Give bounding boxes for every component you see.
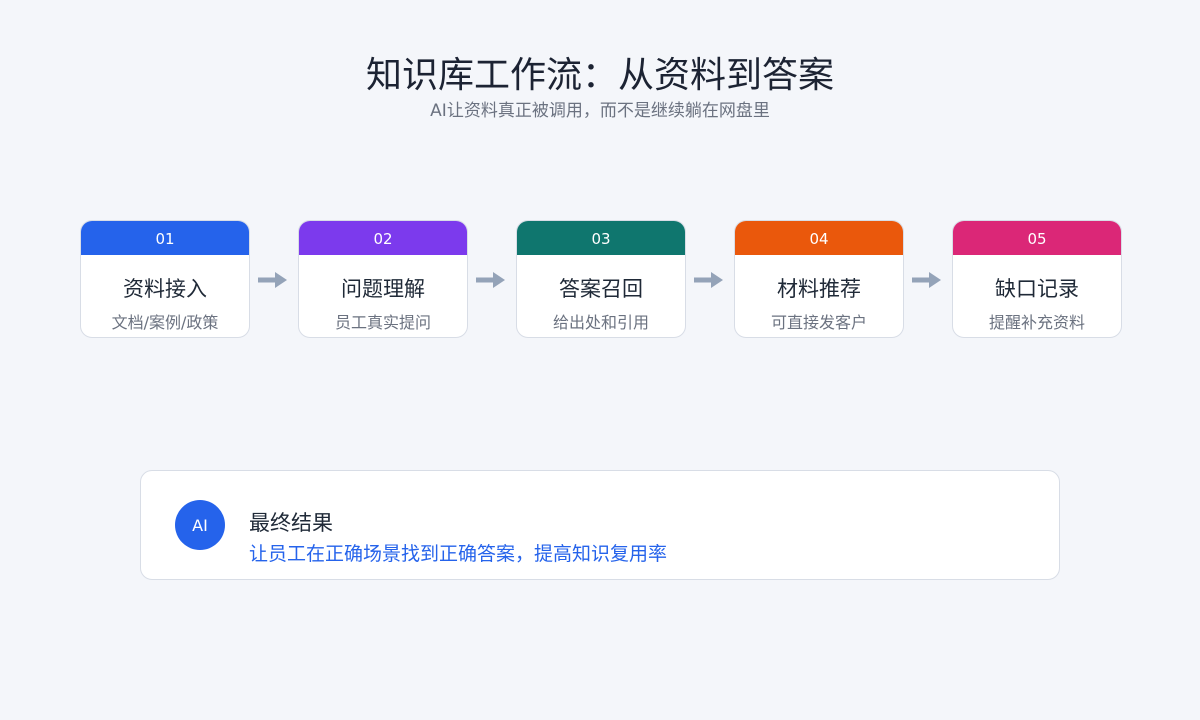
step-desc: 可直接发客户 [770, 313, 867, 332]
step-name: 答案召回 [559, 277, 643, 301]
ai-badge: AI [175, 500, 225, 550]
step-desc: 员工真实提问 [334, 313, 431, 332]
page-title: 知识库工作流：从资料到答案 [365, 55, 834, 96]
arrow-right-icon [912, 272, 941, 288]
step-card-03: 03 答案召回 给出处和引用 [516, 220, 686, 338]
step-number: 05 [953, 221, 1121, 255]
result-title: 最终结果 [249, 511, 333, 535]
step-card-01: 01 资料接入 文档/案例/政策 [80, 220, 250, 338]
step-card-04: 04 材料推荐 可直接发客户 [734, 220, 904, 338]
step-name: 问题理解 [341, 277, 425, 301]
arrow-right-icon [476, 272, 505, 288]
page-subtitle: AI让资料真正被调用，而不是继续躺在网盘里 [430, 101, 770, 121]
step-card-05: 05 缺口记录 提醒补充资料 [952, 220, 1122, 338]
step-desc: 提醒补充资料 [988, 313, 1085, 332]
step-desc: 文档/案例/政策 [111, 313, 219, 332]
step-name: 材料推荐 [777, 277, 861, 301]
step-number: 03 [517, 221, 685, 255]
arrow-right-icon [258, 272, 287, 288]
step-number: 04 [735, 221, 903, 255]
step-card-02: 02 问题理解 员工真实提问 [298, 220, 468, 338]
arrow-right-icon [694, 272, 723, 288]
step-name: 缺口记录 [995, 277, 1079, 301]
step-desc: 给出处和引用 [552, 313, 649, 332]
step-number: 01 [81, 221, 249, 255]
step-name: 资料接入 [123, 277, 207, 301]
step-number: 02 [299, 221, 467, 255]
result-text: 让员工在正确场景找到正确答案，提高知识复用率 [249, 543, 668, 565]
result-card: AI 最终结果 让员工在正确场景找到正确答案，提高知识复用率 [140, 470, 1060, 580]
workflow-diagram: 知识库工作流：从资料到答案 AI让资料真正被调用，而不是继续躺在网盘里 01 资… [0, 0, 1200, 720]
